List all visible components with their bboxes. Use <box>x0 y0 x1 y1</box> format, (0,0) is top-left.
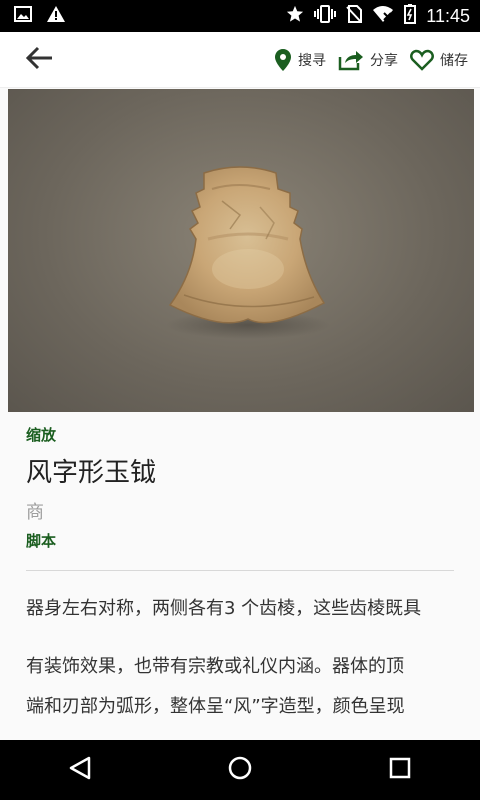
triangle-back-icon <box>69 756 91 784</box>
back-button[interactable] <box>12 32 68 88</box>
search-button[interactable]: 搜寻 <box>274 48 326 72</box>
system-nav-bar <box>0 740 480 800</box>
status-time: 11:45 <box>426 5 470 26</box>
battery-icon <box>404 4 417 28</box>
app-bar: 搜寻 分享 储存 <box>0 32 480 88</box>
star-icon <box>286 5 304 27</box>
share-label: 分享 <box>370 52 398 69</box>
save-button[interactable]: 储存 <box>410 49 468 71</box>
image-icon <box>14 6 32 26</box>
artifact-title: 风字形玉钺 <box>26 458 157 488</box>
search-label: 搜寻 <box>298 52 326 69</box>
jade-axe-illustration <box>166 166 330 339</box>
location-pin-icon <box>274 48 292 72</box>
divider <box>26 570 454 571</box>
nav-home-button[interactable] <box>210 740 270 800</box>
zoom-link[interactable]: 缩放 <box>26 424 56 445</box>
no-sim-icon <box>346 5 363 27</box>
circle-home-icon <box>228 756 252 784</box>
script-link[interactable]: 脚本 <box>26 530 56 551</box>
nav-back-button[interactable] <box>50 740 110 800</box>
square-recents-icon <box>389 757 411 783</box>
description-paragraph: 有装饰效果，也带有宗教或礼仪内涵。器体的顶 <box>26 656 404 677</box>
status-bar: 11:45 <box>0 0 480 32</box>
nav-recents-button[interactable] <box>370 740 430 800</box>
vibrate-icon <box>314 5 337 27</box>
artifact-details: 缩放 风字形玉钺 商 脚本 器身左右对称，两侧各有3 个齿棱，这些齿棱既具 有装… <box>0 412 480 740</box>
description-paragraph: 端和刃部为弧形，整体呈“风”字造型，颜色呈现 <box>26 696 405 717</box>
share-icon <box>338 49 364 71</box>
artifact-image[interactable] <box>8 89 474 412</box>
warning-icon <box>46 5 66 27</box>
artifact-dynasty: 商 <box>26 502 44 523</box>
share-button[interactable]: 分享 <box>338 49 398 71</box>
heart-icon <box>410 49 434 71</box>
arrow-left-icon <box>25 46 54 74</box>
wifi-icon <box>372 5 394 27</box>
description-paragraph: 器身左右对称，两侧各有3 个齿棱，这些齿棱既具 <box>26 598 422 619</box>
save-label: 储存 <box>440 52 468 69</box>
